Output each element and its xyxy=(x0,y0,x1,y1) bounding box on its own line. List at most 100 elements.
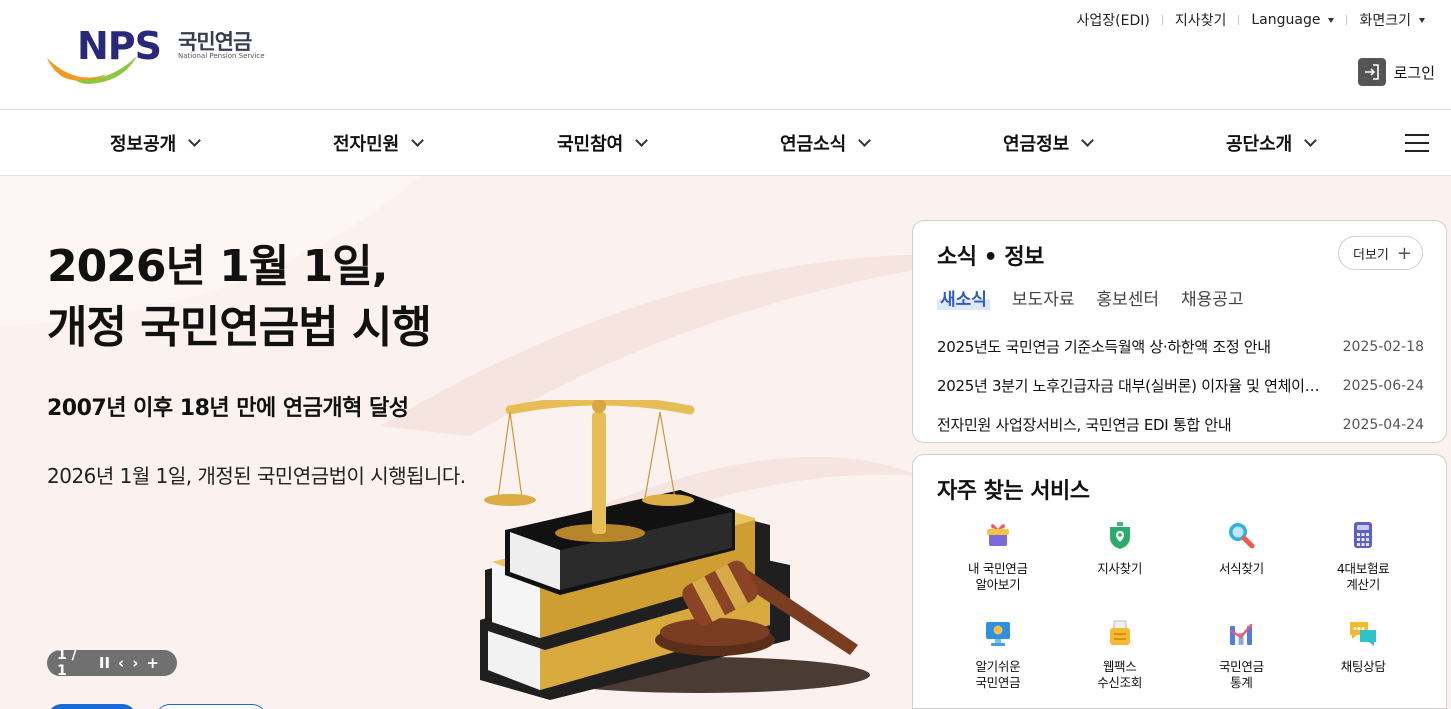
util-divider xyxy=(1161,15,1163,25)
gnb-label: 국민참여 xyxy=(557,134,624,155)
monitor-icon xyxy=(985,622,1010,646)
plus-icon: + xyxy=(1396,243,1412,264)
service-find-forms[interactable]: 서식찾기 xyxy=(1181,519,1303,611)
chevron-down-icon xyxy=(188,134,202,147)
gift-box-icon xyxy=(986,524,1009,546)
news-item-title: 2025년도 국민연금 기준소득월액 상·하한액 조정 안내 xyxy=(937,338,1271,356)
hamburger-icon[interactable] xyxy=(1405,134,1429,152)
news-item-title: 전자민원 사업장서비스, 국민연금 EDI 통합 안내 xyxy=(937,416,1232,434)
service-webfax[interactable]: 웹팩스 수신조회 xyxy=(1059,617,1181,709)
util-edi-link[interactable]: 사업장(EDI) xyxy=(1077,10,1150,30)
services-panel: 자주 찾는 서비스 내 국민연금 알아보기 지사찾기 서식찾기 4대보험료 계산… xyxy=(912,454,1447,709)
login-icon xyxy=(1357,58,1386,86)
location-shield-icon xyxy=(1109,522,1130,549)
hero-secondary-button[interactable] xyxy=(155,704,267,709)
gnb-label: 연금소식 xyxy=(780,134,847,155)
service-find-branch[interactable]: 지사찾기 xyxy=(1059,519,1181,611)
gnb-label: 전자민원 xyxy=(333,134,400,155)
caret-down-icon xyxy=(1328,17,1335,23)
main-nav: 정보공개 전자민원 국민참여 연금소식 연금정보 공단소개 xyxy=(0,110,1451,176)
hero-title: 2026년 1월 1일, 개정 국민연금법 시행 xyxy=(47,236,432,358)
service-label: 서식찾기 xyxy=(1218,561,1264,576)
tab-recruitment[interactable]: 채용공고 xyxy=(1181,285,1244,310)
service-insurance-calculator[interactable]: 4대보험료 계산기 xyxy=(1302,519,1424,611)
news-item[interactable]: 2025년 3분기 노후긴급자금 대부(실버론) 이자율 및 연체이자율 안내 … xyxy=(937,366,1424,405)
chevron-down-icon xyxy=(411,134,425,147)
hero-subtitle: 2007년 이후 18년 만에 연금개혁 달성 xyxy=(47,396,409,421)
calculator-icon xyxy=(1354,522,1373,548)
carousel-controls: 1 / 1 II ‹ › + xyxy=(47,647,177,679)
tab-pr-center[interactable]: 홍보센터 xyxy=(1096,285,1159,310)
chevron-left-icon[interactable]: ‹ xyxy=(118,654,124,672)
util-screen-size-dropdown[interactable]: 화면크기 xyxy=(1359,10,1425,30)
gnb-info-disclosure[interactable]: 정보공개 xyxy=(110,110,202,176)
screen-size-label: 화면크기 xyxy=(1359,13,1411,29)
site-header: NPS 국민연금 National Pension Service 사업장(ED… xyxy=(0,0,1451,110)
hero-primary-button[interactable] xyxy=(47,704,137,709)
news-list: 2025년도 국민연금 기준소득월액 상·하한액 조정 안내 2025-02-1… xyxy=(937,327,1424,444)
util-branch-link[interactable]: 지사찾기 xyxy=(1175,10,1227,30)
utility-nav: 사업장(EDI) 지사찾기 Language 화면크기 xyxy=(1077,10,1425,30)
chevron-down-icon xyxy=(858,134,872,147)
service-label: 웹팩스 수신조회 xyxy=(1097,659,1143,690)
chevron-down-icon xyxy=(635,134,649,147)
news-item[interactable]: 전자민원 사업장서비스, 국민연금 EDI 통합 안내 2025-04-24 xyxy=(937,405,1424,444)
more-label: 더보기 xyxy=(1353,247,1389,263)
services-panel-title: 자주 찾는 서비스 xyxy=(937,479,1090,504)
news-panel: 소식 • 정보 더보기 + 새소식 보도자료 홍보센터 채용공고 2025년도 … xyxy=(912,220,1447,443)
chevron-down-icon xyxy=(1081,134,1095,147)
service-label: 지사찾기 xyxy=(1097,561,1143,576)
gnb-about[interactable]: 공단소개 xyxy=(1226,110,1318,176)
chevron-right-icon[interactable]: › xyxy=(132,654,138,672)
service-my-pension[interactable]: 내 국민연금 알아보기 xyxy=(937,519,1059,611)
gnb-participation[interactable]: 국민참여 xyxy=(557,110,649,176)
logo-nps-text: NPS xyxy=(77,24,162,68)
news-panel-title: 소식 • 정보 xyxy=(937,245,1044,270)
chevron-down-icon xyxy=(1304,134,1318,147)
language-label: Language xyxy=(1251,12,1321,28)
magnifier-icon xyxy=(1229,523,1255,549)
hero-title-line: 2026년 1월 1일, xyxy=(47,241,388,292)
gnb-label: 정보공개 xyxy=(110,134,177,155)
news-more-button[interactable]: 더보기 + xyxy=(1338,236,1423,270)
justice-scale-illustration xyxy=(480,400,870,700)
pause-icon[interactable]: II xyxy=(99,654,110,672)
service-label: 국민연금 통계 xyxy=(1218,659,1264,690)
news-item-date: 2025-06-24 xyxy=(1342,377,1424,394)
service-chat-consult[interactable]: 채팅상담 xyxy=(1302,617,1424,709)
news-tabs: 새소식 보도자료 홍보센터 채용공고 xyxy=(937,285,1266,310)
util-divider xyxy=(1346,15,1348,25)
services-grid: 내 국민연금 알아보기 지사찾기 서식찾기 4대보험료 계산기 알기쉬운 국민연… xyxy=(937,519,1424,709)
tab-press-release[interactable]: 보도자료 xyxy=(1012,285,1075,310)
login-label: 로그인 xyxy=(1393,63,1435,82)
bar-chart-icon xyxy=(1230,623,1253,645)
logo-english-text: National Pension Service xyxy=(178,52,265,60)
service-pension-stats[interactable]: 국민연금 통계 xyxy=(1181,617,1303,709)
news-item-title: 2025년 3분기 노후긴급자금 대부(실버론) 이자율 및 연체이자율 안내 xyxy=(937,377,1329,395)
news-item-date: 2025-04-24 xyxy=(1342,416,1424,433)
tab-new-news[interactable]: 새소식 xyxy=(937,285,990,310)
service-label: 알기쉬운 국민연금 xyxy=(975,659,1021,690)
plus-icon[interactable]: + xyxy=(146,654,159,672)
carousel-pagination: 1 / 1 xyxy=(57,647,77,679)
nps-logo[interactable]: NPS 국민연금 National Pension Service xyxy=(45,24,275,86)
login-button[interactable]: 로그인 xyxy=(1357,58,1435,86)
service-label: 4대보험료 계산기 xyxy=(1336,561,1390,592)
util-divider xyxy=(1238,15,1240,25)
fax-icon xyxy=(1109,620,1130,645)
util-language-dropdown[interactable]: Language xyxy=(1251,12,1335,28)
gnb-label: 연금정보 xyxy=(1003,134,1070,155)
chat-bubble-icon xyxy=(1350,622,1377,646)
caret-down-icon xyxy=(1419,17,1425,23)
news-item-date: 2025-02-18 xyxy=(1342,338,1424,355)
service-label: 채팅상담 xyxy=(1340,659,1386,674)
gnb-label: 공단소개 xyxy=(1226,134,1293,155)
hero-title-line: 개정 국민연금법 시행 xyxy=(47,302,432,353)
gnb-e-petition[interactable]: 전자민원 xyxy=(333,110,425,176)
service-easy-pension[interactable]: 알기쉬운 국민연금 xyxy=(937,617,1059,709)
gnb-pension-info[interactable]: 연금정보 xyxy=(1003,110,1095,176)
service-label: 내 국민연금 알아보기 xyxy=(968,561,1028,592)
hero-description: 2026년 1월 1일, 개정된 국민연금법이 시행됩니다. xyxy=(47,464,466,488)
gnb-pension-news[interactable]: 연금소식 xyxy=(780,110,872,176)
news-item[interactable]: 2025년도 국민연금 기준소득월액 상·하한액 조정 안내 2025-02-1… xyxy=(937,327,1424,366)
